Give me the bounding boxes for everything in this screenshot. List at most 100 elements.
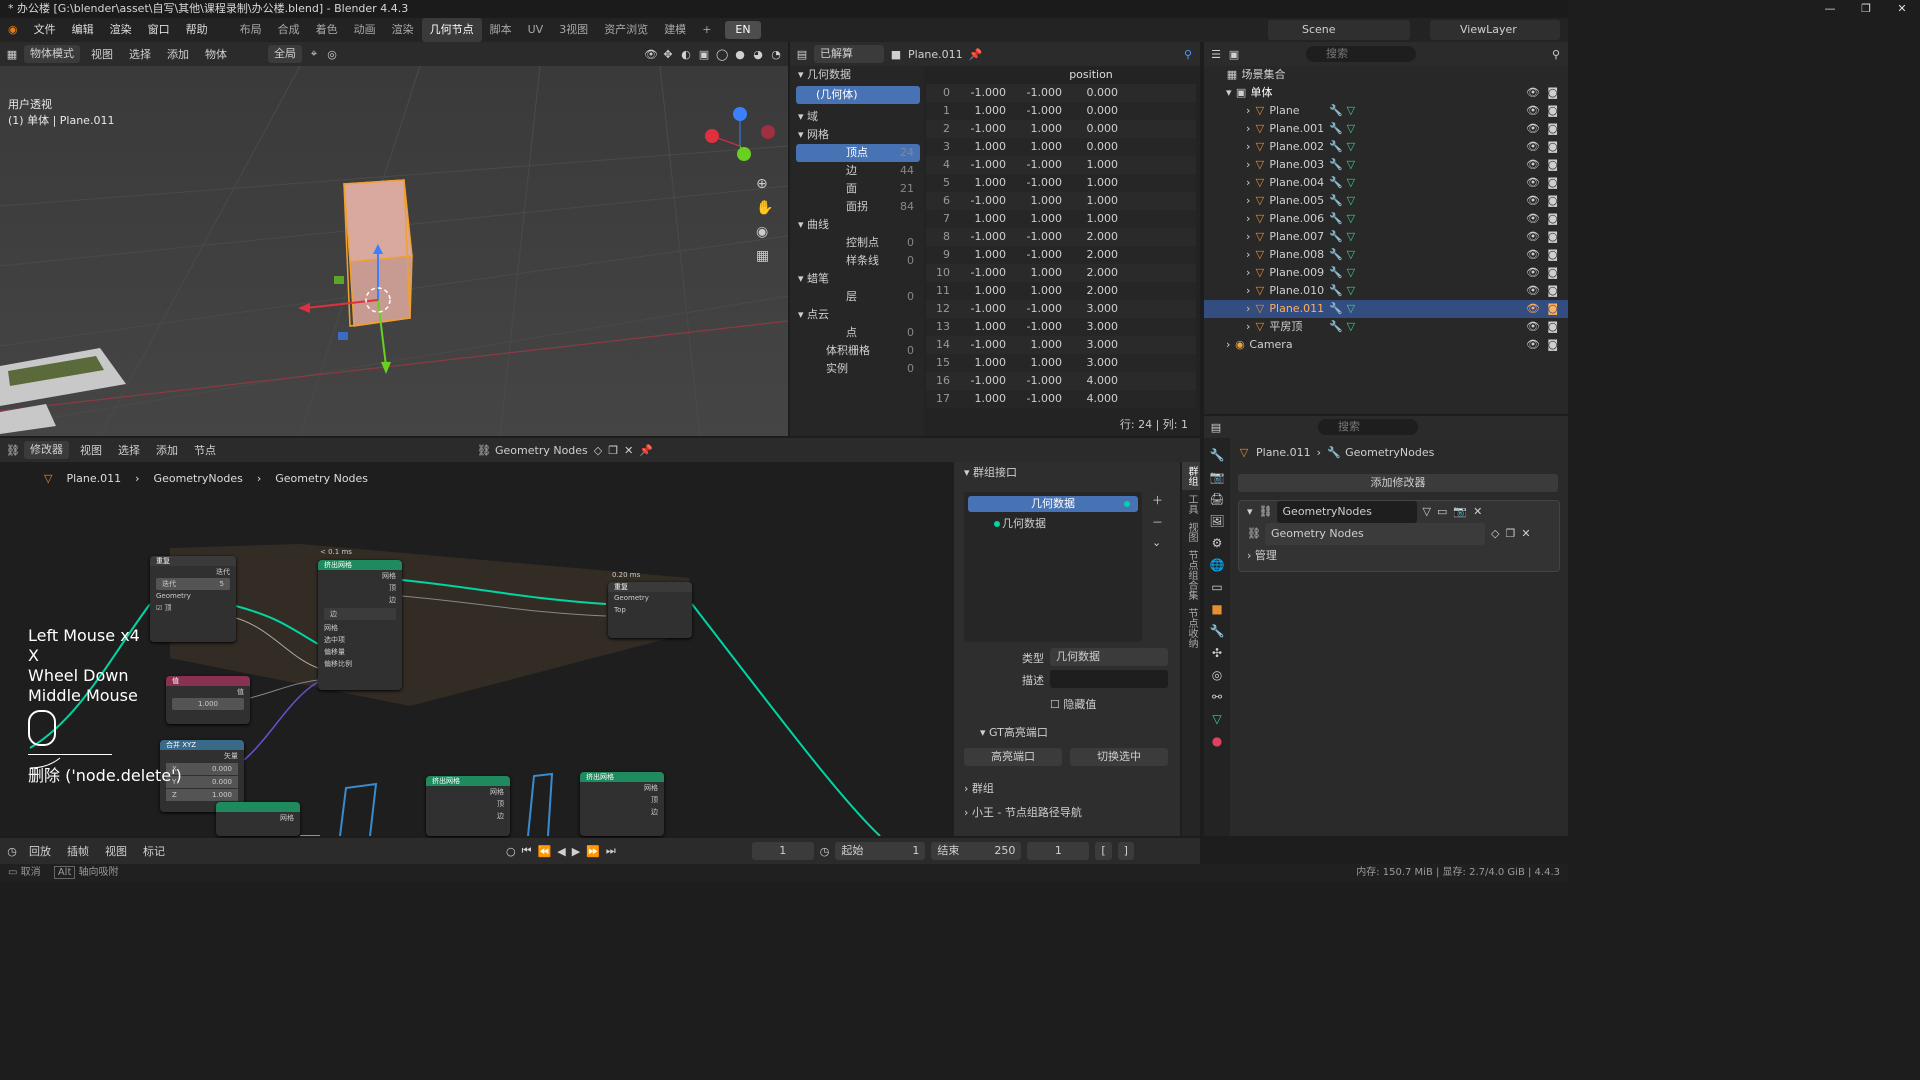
domain-item[interactable]: 实例 0 [796, 360, 920, 378]
workspace-tab[interactable]: 布局 [232, 18, 270, 42]
add-modifier-button[interactable]: 添加修改器 [1238, 474, 1558, 492]
jump-end-icon[interactable]: ⏭ [606, 844, 616, 858]
domain-item[interactable]: 面拐 84 [796, 198, 920, 216]
geometry-tag[interactable]: (几何体) [796, 86, 920, 104]
eye-icon[interactable]: 👁 [1526, 318, 1540, 336]
eye-icon[interactable]: 👁 [1526, 102, 1540, 120]
nav-panel-header[interactable]: › 小王 - 节点组路径导航 [964, 804, 1082, 820]
remove-modifier-icon[interactable]: ✕ [1473, 501, 1482, 523]
domain-item[interactable]: 控制点 0 [796, 234, 920, 252]
render-camera-icon[interactable]: ◙ [1547, 174, 1558, 192]
properties-search-input[interactable]: 搜索 [1318, 419, 1418, 435]
outliner-object-row[interactable]: › ▽ Plane.010 🔧 ▽ 👁 ◙ [1204, 282, 1568, 300]
xray-icon[interactable]: ▣ [698, 48, 710, 61]
z-field[interactable]: Z 1.000 [166, 789, 238, 801]
toggle-selected-button[interactable]: 切换选中 [1070, 748, 1168, 766]
modifier-icon[interactable]: 🔧 [1329, 120, 1343, 138]
partial-mesh-node[interactable]: 网格 [216, 802, 300, 836]
sidebar-tab-group[interactable]: 群组 [1182, 462, 1200, 490]
domain-item[interactable]: 样条线 0 [796, 252, 920, 270]
workspace-tab[interactable]: 3视图 [551, 18, 596, 42]
menu-file[interactable]: 文件 [26, 18, 64, 42]
eye-icon[interactable]: 👁 [1526, 300, 1540, 318]
add-workspace-icon[interactable]: + [694, 18, 719, 42]
domain-item[interactable]: 面 21 [796, 180, 920, 198]
description-input[interactable] [1050, 670, 1168, 688]
timeline-menu-view[interactable]: 视图 [100, 843, 132, 859]
modifier-icon[interactable]: 🔧 [1329, 102, 1343, 120]
shading-material-icon[interactable]: ◕ [752, 48, 764, 61]
mesh-data-icon[interactable]: ▽ [1347, 156, 1355, 174]
shading-solid-icon[interactable]: ● [734, 48, 746, 61]
eye-icon[interactable]: 👁 [1526, 174, 1540, 192]
shading-wireframe-icon[interactable]: ◯ [716, 48, 728, 61]
value-node[interactable]: 值 值 1.000 [166, 676, 250, 724]
jump-start-icon[interactable]: ⏮ [522, 844, 532, 858]
timeline-editor-icon[interactable]: ◷ [6, 845, 18, 858]
domain-group[interactable]: ▾ 曲线 [790, 216, 924, 234]
workspace-tab[interactable]: UV [520, 18, 552, 42]
unlink-icon[interactable]: ✕ [1521, 523, 1530, 545]
workspace-tab[interactable]: 动画 [346, 18, 384, 42]
outliner-object-row[interactable]: › ▽ Plane.009 🔧 ▽ 👁 ◙ [1204, 264, 1568, 282]
render-camera-icon[interactable]: ◙ [1547, 228, 1558, 246]
eye-icon[interactable]: 👁 [1526, 120, 1540, 138]
eye-icon[interactable]: 👁 [1526, 210, 1540, 228]
sidebar-tab-tool[interactable]: 工具 [1182, 490, 1200, 518]
repeat-input-node[interactable]: 重复 迭代 迭代 5 Geometry ☑ 顶 [150, 556, 236, 642]
range-start-bracket[interactable]: [ [1095, 842, 1112, 860]
mesh-data-icon[interactable]: ▽ [1347, 264, 1355, 282]
current-frame-field[interactable]: 1 [751, 842, 814, 860]
modifier-icon[interactable]: 🔧 [1329, 318, 1343, 336]
highlight-socket-button[interactable]: 高亮端口 [964, 748, 1062, 766]
evaluation-dropdown[interactable]: 已解算 [814, 45, 884, 63]
domain-item[interactable]: 点0 [796, 324, 920, 342]
eye-icon[interactable]: 👁 [1526, 138, 1540, 156]
repeat-output-node[interactable]: 重复 Geometry Top [608, 582, 692, 638]
outliner-object-row[interactable]: › ▽ Plane.011 🔧 ▽ 👁 ◙ [1204, 300, 1568, 318]
eye-icon[interactable]: 👁 [1526, 84, 1540, 102]
domain-group[interactable]: ▾ 网格 [790, 126, 924, 144]
outliner-object-row[interactable]: › ▽ Plane.004 🔧 ▽ 👁 ◙ [1204, 174, 1568, 192]
maximize-button[interactable]: ❐ [1848, 0, 1884, 18]
particles-tab-icon[interactable]: ✣ [1212, 646, 1222, 660]
menu-edit[interactable]: 编辑 [64, 18, 102, 42]
outliner-object-row[interactable]: › ▽ Plane 🔧 ▽ 👁 ◙ [1204, 102, 1568, 120]
physics-tab-icon[interactable]: ◎ [1212, 668, 1222, 682]
outliner-object-row[interactable]: › ▽ Plane.003 🔧 ▽ 👁 ◙ [1204, 156, 1568, 174]
workspace-tab[interactable]: 建模 [656, 18, 694, 42]
filter-icon[interactable]: ⚲ [1182, 48, 1194, 61]
snap-icon[interactable]: ⌖ [308, 47, 320, 61]
output-socket-item[interactable]: 几何数据 [968, 496, 1138, 512]
material-tab-icon[interactable]: ● [1212, 734, 1222, 748]
top-socket-label[interactable]: ☑ 顶 [150, 602, 236, 614]
domain-item[interactable]: 边 44 [796, 162, 920, 180]
domain-item[interactable]: 顶点 24 [796, 144, 920, 162]
pan-hand-icon[interactable]: ✋ [756, 200, 778, 216]
constraints-tab-icon[interactable]: ⚯ [1212, 690, 1222, 704]
scene-selector[interactable]: Scene [1268, 20, 1410, 40]
extrude-mesh-node[interactable]: 挤出网格 网格 顶 边 边 网格 选中项 偏移量 偏移比例 [318, 560, 402, 690]
eye-icon[interactable]: 👁 [1526, 228, 1540, 246]
group-interface-panel[interactable]: ▾ 群组接口 [954, 462, 1180, 484]
object-tab-icon[interactable]: ■ [1211, 602, 1222, 616]
modifier-icon[interactable]: 🔧 [1329, 138, 1343, 156]
render-camera-icon[interactable]: ◙ [1547, 264, 1558, 282]
tool-tab-icon[interactable]: 🔧 [1210, 448, 1225, 462]
type-dropdown[interactable]: 几何数据 [1050, 648, 1168, 666]
domain-group[interactable]: ▾ 点云 [790, 306, 924, 324]
scene-tab-icon[interactable]: ⚙ [1212, 536, 1223, 550]
gt-panel-header[interactable]: ▾ GT高亮端口 [980, 724, 1048, 740]
filter-icon[interactable]: ⚲ [1550, 48, 1562, 61]
render-icon[interactable]: 📷 [1453, 501, 1467, 523]
domain-item[interactable]: 体积栅格 0 [796, 342, 920, 360]
properties-editor-icon[interactable]: ▤ [1210, 421, 1222, 434]
close-button[interactable]: ✕ [1884, 0, 1920, 18]
viewport-menu-view[interactable]: 视图 [86, 46, 118, 62]
workspace-tab-active[interactable]: 几何节点 [421, 18, 482, 42]
group-panel-header[interactable]: › 群组 [964, 780, 994, 796]
eye-icon[interactable]: 👁 [1526, 282, 1540, 300]
zoom-icon[interactable]: ⊕ [756, 176, 778, 192]
add-socket-icon[interactable]: ＋ [1152, 492, 1163, 508]
edit-mode-icon[interactable]: ▽ [1423, 501, 1431, 523]
